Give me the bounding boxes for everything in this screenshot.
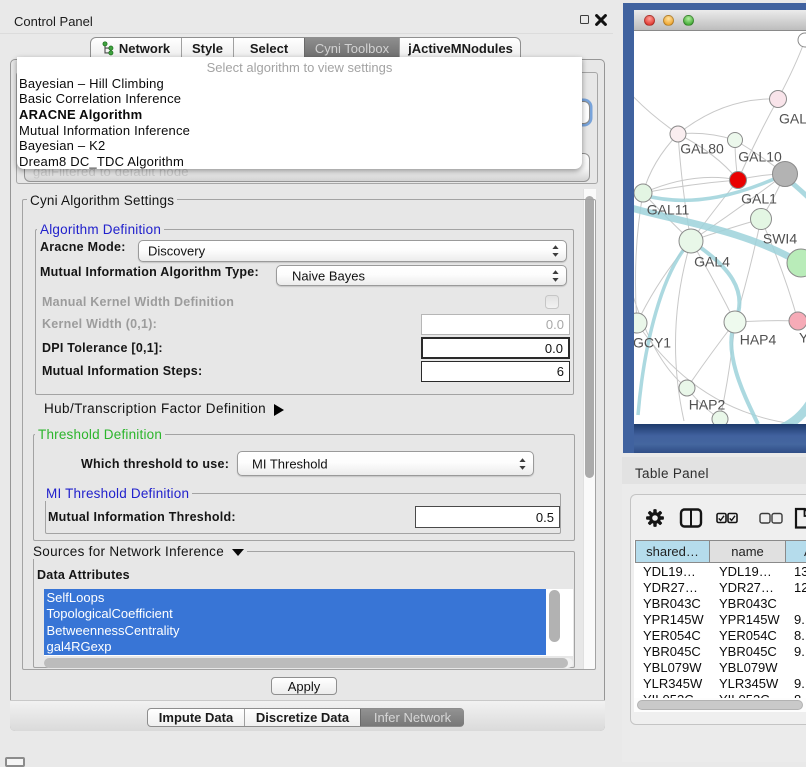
svg-text:GAL4: GAL4 [694, 254, 730, 270]
svg-text:GAL1: GAL1 [741, 191, 777, 207]
svg-text:SWI4: SWI4 [763, 231, 797, 247]
svg-text:GAL80: GAL80 [680, 141, 724, 157]
svg-text:HAP2: HAP2 [689, 397, 726, 413]
svg-text:GAL11: GAL11 [647, 202, 690, 218]
svg-text:GCY1: GCY1 [634, 335, 671, 351]
svg-text:HAP4: HAP4 [740, 332, 777, 348]
svg-text:GAL7: GAL7 [779, 111, 806, 127]
svg-text:GAL10: GAL10 [738, 149, 782, 165]
svg-text:YEL0: YEL0 [799, 330, 806, 346]
